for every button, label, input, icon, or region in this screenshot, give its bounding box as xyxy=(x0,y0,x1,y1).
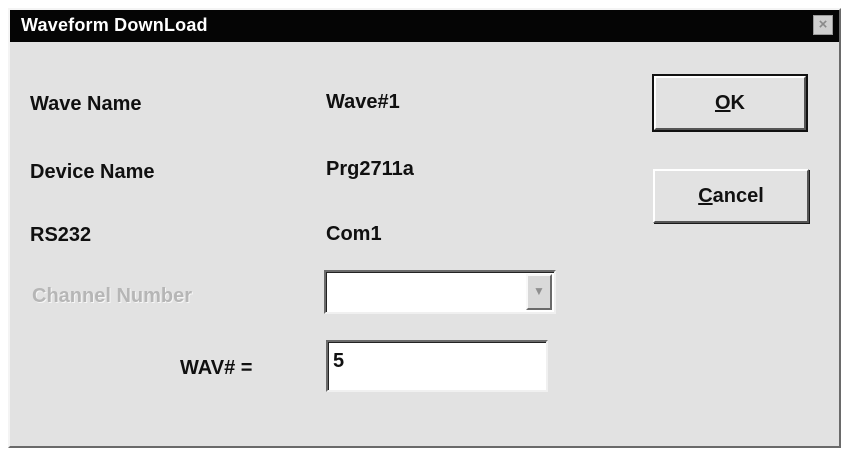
ok-mnemonic: O xyxy=(714,92,731,114)
wav-number-input[interactable]: 5 xyxy=(326,340,548,392)
chevron-down-icon[interactable]: ▼ xyxy=(526,274,552,310)
waveform-download-dialog: Waveform DownLoad × Wave Name Wave#1 Dev… xyxy=(8,8,841,448)
title-bar[interactable]: Waveform DownLoad × xyxy=(10,10,839,42)
window-title: Waveform DownLoad xyxy=(21,15,208,35)
rs232-value: Com1 xyxy=(326,223,382,245)
cancel-button[interactable]: Cancel xyxy=(653,169,809,223)
rs232-label: RS232 xyxy=(30,224,92,246)
wave-name-value: Wave#1 xyxy=(326,91,400,113)
wav-number-value: 5 xyxy=(333,350,345,372)
close-glyph: × xyxy=(818,16,828,33)
device-name-label: Device Name xyxy=(30,161,155,183)
ok-label-rest: K xyxy=(730,92,745,114)
channel-number-label: Channel Number xyxy=(32,285,193,307)
close-icon[interactable]: × xyxy=(813,15,833,35)
wave-name-label: Wave Name xyxy=(30,93,142,115)
wav-number-label: WAV# = xyxy=(180,357,253,379)
cancel-mnemonic: C xyxy=(698,185,713,207)
device-name-value: Prg2711a xyxy=(326,158,414,180)
ok-button[interactable]: OK xyxy=(652,74,808,132)
cancel-label-rest: ancel xyxy=(712,185,764,207)
channel-number-dropdown[interactable]: ▼ xyxy=(324,270,556,314)
